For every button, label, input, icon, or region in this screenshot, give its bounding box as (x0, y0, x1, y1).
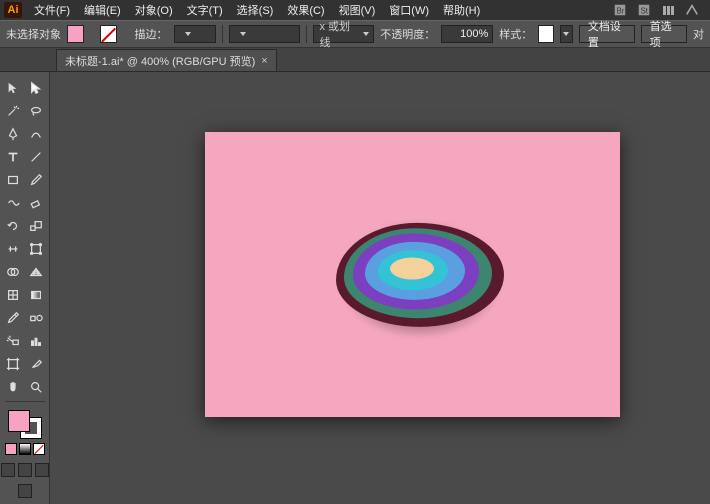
selection-tool[interactable] (3, 78, 23, 98)
stroke-weight-input[interactable] (174, 25, 217, 43)
artwork-ring-6 (390, 258, 434, 280)
brush-dropdown[interactable]: x 或划线 (313, 25, 375, 43)
paintbrush-tool[interactable] (26, 170, 46, 190)
gpu-icon[interactable] (684, 2, 700, 18)
eyedropper-tool[interactable] (3, 308, 23, 328)
vwp-dropdown[interactable] (229, 25, 299, 43)
free-transform-tool[interactable] (26, 239, 46, 259)
menu-effect[interactable]: 效果(C) (281, 0, 330, 20)
fill-color[interactable] (8, 410, 30, 432)
menu-type[interactable]: 文字(T) (181, 0, 229, 20)
column-graph-tool[interactable] (26, 331, 46, 351)
document-tab-title: 未标题-1.ai* @ 400% (RGB/GPU 预览) (65, 53, 255, 69)
artboard[interactable] (205, 132, 620, 417)
menu-select[interactable]: 选择(S) (231, 0, 280, 20)
style-dropdown[interactable] (560, 25, 573, 43)
bridge-icon[interactable]: Br (612, 2, 628, 18)
fill-swatch[interactable] (67, 25, 84, 43)
screen-mode-icon[interactable] (18, 484, 32, 498)
symbol-sprayer-tool[interactable] (3, 331, 23, 351)
selection-hint: 未选择对象 (6, 26, 61, 42)
document-tab-bar: 未标题-1.ai* @ 400% (RGB/GPU 预览) × (0, 48, 710, 72)
divider (306, 25, 307, 43)
color-mode-solid[interactable] (5, 443, 17, 455)
stock-icon[interactable]: St (636, 2, 652, 18)
doc-setup-button[interactable]: 文档设置 (579, 25, 635, 43)
menu-help[interactable]: 帮助(H) (437, 0, 486, 20)
stroke-label: 描边： (135, 26, 168, 42)
canvas-area[interactable] (50, 72, 710, 504)
draw-behind-icon[interactable] (18, 463, 32, 477)
type-tool[interactable] (3, 147, 23, 167)
toolbox (0, 72, 50, 504)
svg-text:St: St (641, 7, 649, 16)
menu-view[interactable]: 视图(V) (333, 0, 382, 20)
menu-edit[interactable]: 编辑(E) (78, 0, 127, 20)
width-tool[interactable] (3, 239, 23, 259)
menu-file[interactable]: 文件(F) (28, 0, 76, 20)
hand-tool[interactable] (3, 377, 23, 397)
color-mode-row (5, 443, 45, 455)
options-bar: 未选择对象 描边： x 或划线 不透明度： 100% 样式： 文档设置 首选项 … (0, 20, 710, 48)
opacity-input[interactable]: 100% (441, 25, 493, 43)
preferences-button[interactable]: 首选项 (641, 25, 687, 43)
menu-window[interactable]: 窗口(W) (383, 0, 435, 20)
menu-object[interactable]: 对象(O) (129, 0, 179, 20)
fill-stroke-control[interactable] (8, 410, 42, 439)
color-mode-none[interactable] (33, 443, 45, 455)
stroke-swatch[interactable] (100, 25, 117, 43)
lasso-tool[interactable] (26, 101, 46, 121)
line-tool[interactable] (26, 147, 46, 167)
app-logo: Ai (4, 2, 22, 18)
menubar-right: Br St (612, 2, 706, 18)
toolbox-separator (5, 401, 45, 402)
shaper-tool[interactable] (3, 193, 23, 213)
style-label: 样式： (499, 26, 532, 42)
divider (222, 25, 223, 43)
slice-tool[interactable] (26, 354, 46, 374)
direct-selection-tool[interactable] (26, 78, 46, 98)
menu-bar: Ai 文件(F) 编辑(E) 对象(O) 文字(T) 选择(S) 效果(C) 视… (0, 0, 710, 20)
mesh-tool[interactable] (3, 285, 23, 305)
eraser-tool[interactable] (26, 193, 46, 213)
curvature-tool[interactable] (26, 124, 46, 144)
close-tab-button[interactable]: × (261, 55, 267, 67)
perspective-grid-tool[interactable] (26, 262, 46, 282)
blend-tool[interactable] (26, 308, 46, 328)
pen-tool[interactable] (3, 124, 23, 144)
draw-normal-icon[interactable] (1, 463, 15, 477)
color-mode-gradient[interactable] (19, 443, 31, 455)
main-area (0, 72, 710, 504)
magic-wand-tool[interactable] (3, 101, 23, 121)
style-swatch[interactable] (538, 25, 554, 43)
artboard-tool[interactable] (3, 354, 23, 374)
opacity-label: 不透明度： (380, 26, 435, 42)
rectangle-tool[interactable] (3, 170, 23, 190)
gradient-tool[interactable] (26, 285, 46, 305)
arrange-docs-icon[interactable] (660, 2, 676, 18)
zoom-tool[interactable] (26, 377, 46, 397)
shape-builder-tool[interactable] (3, 262, 23, 282)
rotate-tool[interactable] (3, 216, 23, 236)
svg-text:Br: Br (617, 7, 625, 16)
draw-inside-icon[interactable] (35, 463, 49, 477)
screen-mode-row (18, 484, 32, 498)
align-label: 对 (693, 26, 704, 42)
scale-tool[interactable] (26, 216, 46, 236)
document-tab[interactable]: 未标题-1.ai* @ 400% (RGB/GPU 预览) × (56, 49, 277, 71)
draw-mode-row (1, 463, 49, 477)
